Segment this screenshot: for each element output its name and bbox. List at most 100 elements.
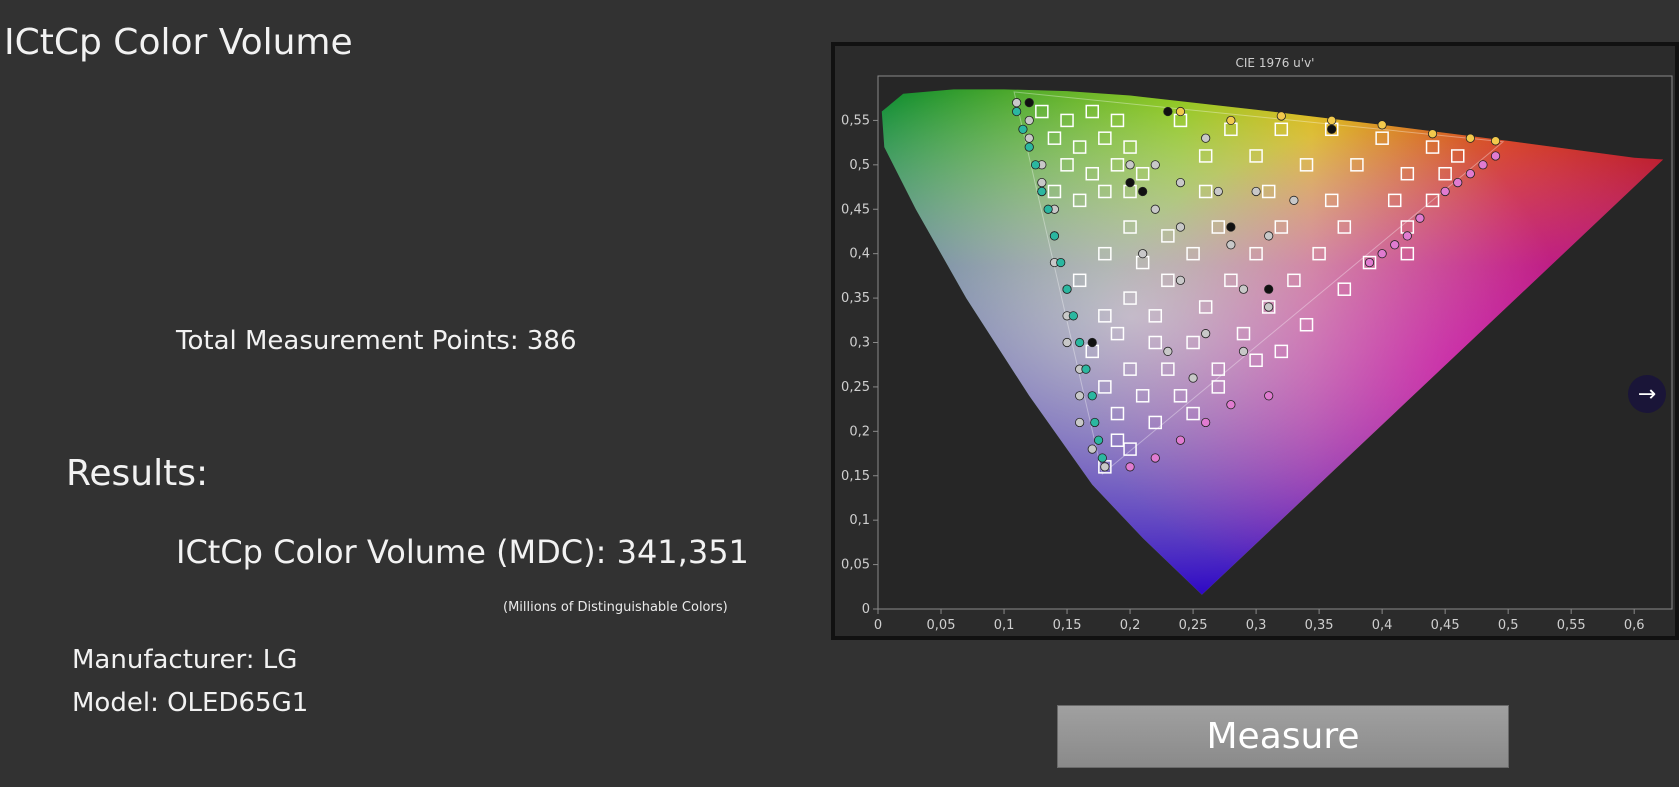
x-tick-label: 0,1 — [994, 618, 1015, 633]
data-point-circle — [1081, 364, 1091, 374]
model-text: Model: OLED65G1 — [72, 688, 309, 718]
data-point-circle — [1175, 222, 1186, 232]
data-point-circle — [1150, 453, 1160, 463]
data-point-circle — [1043, 204, 1053, 214]
arrow-right-icon: → — [1637, 381, 1657, 407]
data-point-circle — [1024, 133, 1034, 143]
data-point-circle — [1238, 284, 1249, 294]
data-point-circle — [1427, 129, 1438, 139]
data-point-circle — [1075, 417, 1085, 428]
x-tick-label: 0 — [874, 618, 882, 633]
data-point-circle — [1478, 160, 1488, 170]
data-point-circle — [1075, 337, 1085, 348]
data-point-circle — [1125, 178, 1135, 188]
data-point-circle — [1213, 186, 1223, 197]
data-point-circle — [1327, 115, 1337, 126]
cie-chart: 0 0,05 0,1 0,15 0,2 0,25 0,3 0,35 0,4 0,45 0,5 0,55… — [841, 56, 1673, 633]
data-point-circle — [1327, 124, 1337, 134]
data-point-circle — [1175, 275, 1186, 285]
data-point-circle — [1251, 186, 1261, 197]
data-point-circle — [1201, 329, 1211, 339]
data-point-circle — [1097, 453, 1107, 463]
measure-button[interactable]: Measure — [1057, 705, 1509, 768]
data-point-circle — [1377, 120, 1387, 130]
data-point-circle — [1390, 240, 1400, 250]
data-point-circle — [1238, 346, 1249, 356]
data-point-circle — [1090, 417, 1100, 428]
data-point-circle — [1226, 222, 1236, 232]
data-point-circle — [1465, 169, 1475, 179]
data-point-circle — [1264, 231, 1274, 241]
manufacturer-text: Manufacturer: LG — [72, 645, 298, 675]
data-point-circle — [1100, 462, 1110, 472]
data-point-circle — [1289, 195, 1299, 205]
data-point-circle — [1024, 115, 1034, 126]
x-tick-label: 0,15 — [1053, 618, 1082, 633]
y-tick-label: 0 — [862, 602, 870, 617]
y-tick-label: 0,05 — [841, 558, 870, 573]
data-point-circle — [1012, 98, 1022, 108]
x-tick-label: 0,25 — [1179, 618, 1208, 633]
data-point-circle — [1087, 337, 1097, 348]
data-point-circle — [1138, 249, 1148, 259]
x-tick-label: 0,6 — [1624, 618, 1645, 633]
data-point-circle — [1264, 391, 1274, 401]
data-point-circle — [1138, 186, 1148, 197]
data-point-circle — [1125, 462, 1135, 472]
y-tick-label: 0,2 — [849, 424, 870, 439]
chart-title: CIE 1976 u'v' — [1236, 56, 1315, 70]
data-point-circle — [1024, 142, 1034, 152]
y-tick-label: 0,3 — [849, 336, 870, 351]
x-tick-label: 0,35 — [1305, 618, 1334, 633]
data-point-circle — [1415, 213, 1425, 223]
data-point-circle — [1490, 136, 1501, 146]
x-tick-label: 0,4 — [1372, 618, 1393, 633]
data-point-circle — [1163, 346, 1173, 356]
data-point-circle — [1226, 240, 1236, 250]
data-point-circle — [1056, 257, 1066, 268]
data-point-circle — [1201, 417, 1211, 428]
data-point-circle — [1465, 133, 1475, 143]
y-tick-label: 0,1 — [849, 513, 870, 528]
mdc-value-text: ICtCp Color Volume (MDC): 341,351 — [176, 533, 749, 571]
data-point-circle — [1175, 178, 1186, 188]
data-point-circle — [1087, 391, 1097, 401]
data-point-circle — [1226, 115, 1236, 126]
data-point-circle — [1012, 106, 1022, 117]
data-point-circle — [1125, 160, 1135, 170]
data-point-circle — [1150, 160, 1160, 170]
data-point-circle — [1087, 444, 1097, 454]
data-point-circle — [1049, 231, 1060, 241]
data-point-circle — [1377, 249, 1387, 259]
data-point-circle — [1068, 311, 1078, 321]
y-tick-label: 0,55 — [841, 113, 870, 128]
data-point-circle — [1075, 391, 1085, 401]
data-point-circle — [1030, 160, 1041, 170]
next-arrow-button[interactable]: → — [1628, 375, 1666, 413]
data-point-circle — [1201, 133, 1211, 143]
x-tick-label: 0,55 — [1557, 618, 1586, 633]
x-tick-label: 0,05 — [927, 618, 956, 633]
data-point-circle — [1062, 337, 1072, 348]
data-point-circle — [1024, 98, 1034, 108]
data-point-circle — [1402, 231, 1412, 241]
total-points-text: Total Measurement Points: 386 — [176, 326, 577, 356]
data-point-circle — [1490, 151, 1501, 161]
data-point-circle — [1037, 186, 1047, 197]
data-point-circle — [1226, 400, 1236, 410]
data-point-circle — [1175, 435, 1186, 445]
x-tick-label: 0,45 — [1431, 618, 1460, 633]
data-point-circle — [1188, 373, 1198, 383]
data-point-circle — [1018, 124, 1028, 134]
data-point-circle — [1062, 284, 1072, 294]
data-point-circle — [1175, 106, 1186, 117]
chart-panel: 0 0,05 0,1 0,15 0,2 0,25 0,3 0,35 0,4 0,45 0,5 0,55… — [831, 42, 1679, 640]
y-tick-label: 0,15 — [841, 469, 870, 484]
data-point-circle — [1364, 257, 1375, 268]
data-point-circle — [1264, 302, 1274, 312]
page-title: ICtCp Color Volume — [4, 22, 353, 63]
y-tick-label: 0,25 — [841, 380, 870, 395]
data-point-circle — [1453, 178, 1463, 188]
data-point-circle — [1163, 106, 1173, 117]
results-heading: Results: — [66, 453, 209, 494]
